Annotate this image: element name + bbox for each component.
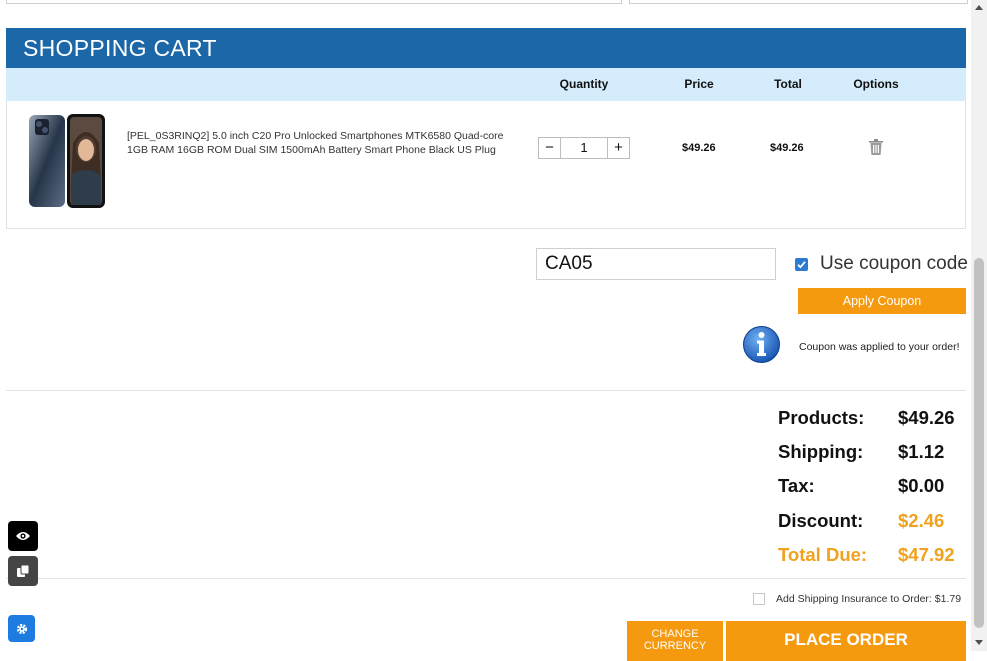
eye-icon[interactable]	[8, 521, 38, 551]
discount-label: Discount:	[778, 510, 864, 531]
cart-column-header: Quantity Price Total Options	[6, 68, 966, 101]
change-currency-button[interactable]: CHANGE CURRENCY	[627, 621, 723, 661]
quantity-increase-button[interactable]: +	[608, 138, 629, 158]
cart-title: SHOPPING CART	[6, 28, 966, 68]
products-label: Products:	[778, 407, 865, 428]
product-image[interactable]	[27, 113, 107, 209]
column-options: Options	[853, 77, 899, 91]
product-description[interactable]: [PEL_0S3RINQ2] 5.0 inch C20 Pro Unlocked…	[127, 129, 512, 157]
total-due-value: $47.92	[898, 544, 955, 565]
use-coupon-checkbox[interactable]	[795, 258, 808, 271]
scrollbar-thumb[interactable]	[974, 258, 984, 628]
copy-icon[interactable]	[8, 556, 38, 586]
discount-value: $2.46	[898, 510, 945, 531]
shipping-insurance-checkbox[interactable]	[753, 593, 765, 605]
shipping-value: $1.12	[898, 441, 945, 462]
shipping-insurance-label: Add Shipping Insurance to Order: $1.79	[776, 593, 962, 605]
tax-label: Tax:	[778, 475, 815, 496]
divider	[6, 578, 966, 579]
quantity-input[interactable]: 1	[560, 138, 608, 158]
use-coupon-label: Use coupon code	[820, 253, 968, 274]
gear-icon[interactable]	[8, 615, 35, 642]
apply-coupon-button[interactable]: Apply Coupon	[798, 288, 966, 314]
total-due-label: Total Due:	[778, 544, 868, 565]
coupon-applied-message: Coupon was applied to your order!	[799, 341, 960, 353]
quantity-stepper: − 1 +	[538, 137, 630, 159]
shipping-label: Shipping:	[778, 441, 864, 462]
column-quantity: Quantity	[559, 77, 609, 91]
coupon-code-input[interactable]: CA05	[536, 248, 776, 280]
info-icon	[742, 325, 781, 364]
item-total: $49.26	[770, 142, 804, 154]
divider	[6, 390, 966, 391]
checkmark-icon	[797, 261, 806, 269]
scroll-down-icon[interactable]	[971, 636, 987, 648]
scroll-up-icon[interactable]	[971, 2, 987, 14]
top-input-left[interactable]	[6, 0, 622, 4]
place-order-button[interactable]: PLACE ORDER	[726, 621, 966, 661]
item-price: $49.26	[682, 142, 716, 154]
trash-icon[interactable]	[869, 139, 883, 160]
column-price: Price	[684, 77, 714, 91]
tax-value: $0.00	[898, 475, 945, 496]
products-value: $49.26	[898, 407, 955, 428]
top-input-right[interactable]	[629, 0, 968, 4]
cart-item-row: [PEL_0S3RINQ2] 5.0 inch C20 Pro Unlocked…	[6, 101, 966, 229]
column-total: Total	[774, 77, 802, 91]
quantity-decrease-button[interactable]: −	[539, 138, 560, 158]
